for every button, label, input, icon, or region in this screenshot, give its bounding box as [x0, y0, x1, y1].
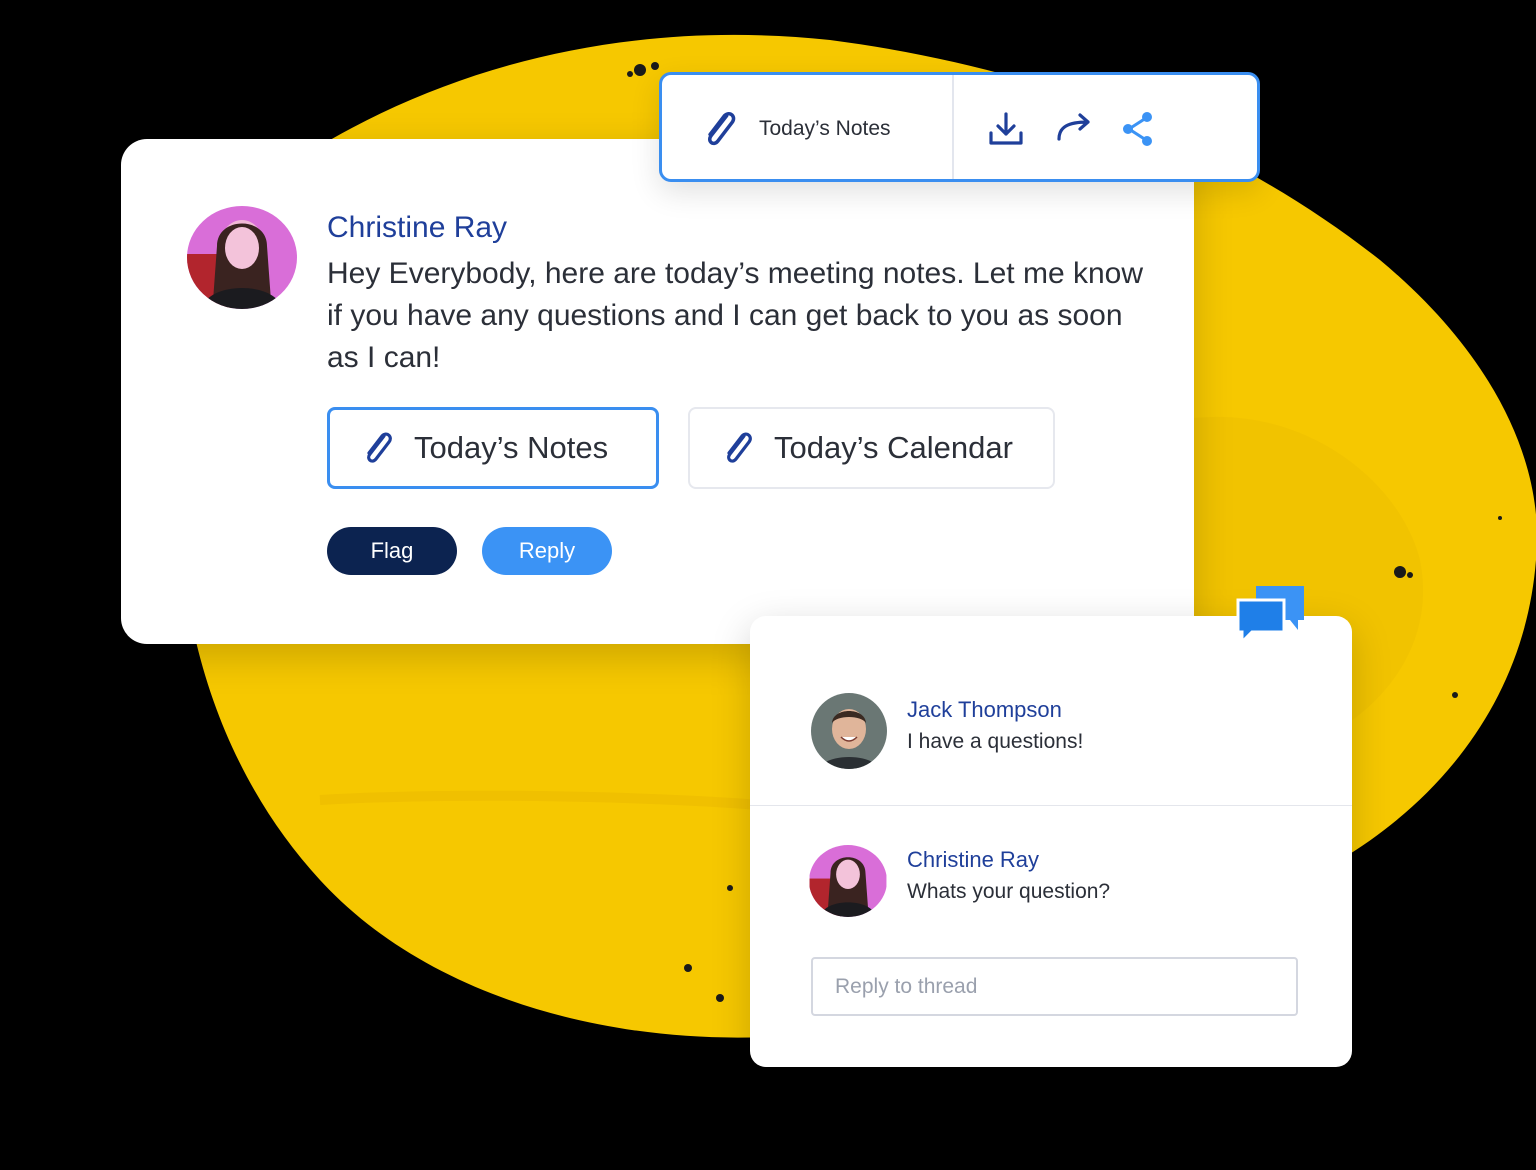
toolbar-attachment-label: Today’s Notes: [759, 117, 891, 140]
message-body: Hey Everybody, here are today’s meeting …: [327, 257, 1143, 374]
reply-to-thread-input[interactable]: [811, 957, 1298, 1016]
paperclip-icon: [367, 432, 392, 463]
thread-card: Jack Thompson I have a questions! Christ…: [750, 616, 1352, 1067]
reply-author-name: Jack Thompson: [907, 697, 1062, 722]
chat-bubbles-icon: [1236, 586, 1304, 644]
attachment-label: Today’s Notes: [414, 430, 609, 465]
share-icon[interactable]: [1118, 109, 1158, 149]
thread-divider: [750, 805, 1352, 806]
message-sender-name: Christine Ray: [327, 211, 508, 244]
toolbar-divider: [952, 75, 954, 179]
paperclip-icon: [708, 111, 736, 146]
attachment-todays-calendar[interactable]: Today’s Calendar: [688, 407, 1055, 489]
flag-button[interactable]: Flag: [327, 527, 457, 575]
reply-text: I have a questions!: [907, 730, 1084, 753]
christine-ray-avatar[interactable]: [809, 845, 887, 917]
attachment-toolbar: Today’s Notes: [659, 72, 1260, 182]
reply-button[interactable]: Reply: [482, 527, 612, 575]
christine-ray-avatar[interactable]: [187, 206, 297, 309]
reply-author-name: Christine Ray: [907, 847, 1040, 872]
forward-icon[interactable]: [1054, 109, 1094, 149]
jack-thompson-avatar[interactable]: [811, 693, 887, 769]
attachment-label: Today’s Calendar: [774, 430, 1013, 465]
attachment-todays-notes[interactable]: Today’s Notes: [327, 407, 659, 489]
paperclip-icon: [727, 432, 752, 463]
download-icon[interactable]: [986, 109, 1026, 149]
reply-text: Whats your question?: [907, 880, 1111, 903]
message-card: Christine Ray Hey Everybody, here are to…: [121, 139, 1194, 644]
